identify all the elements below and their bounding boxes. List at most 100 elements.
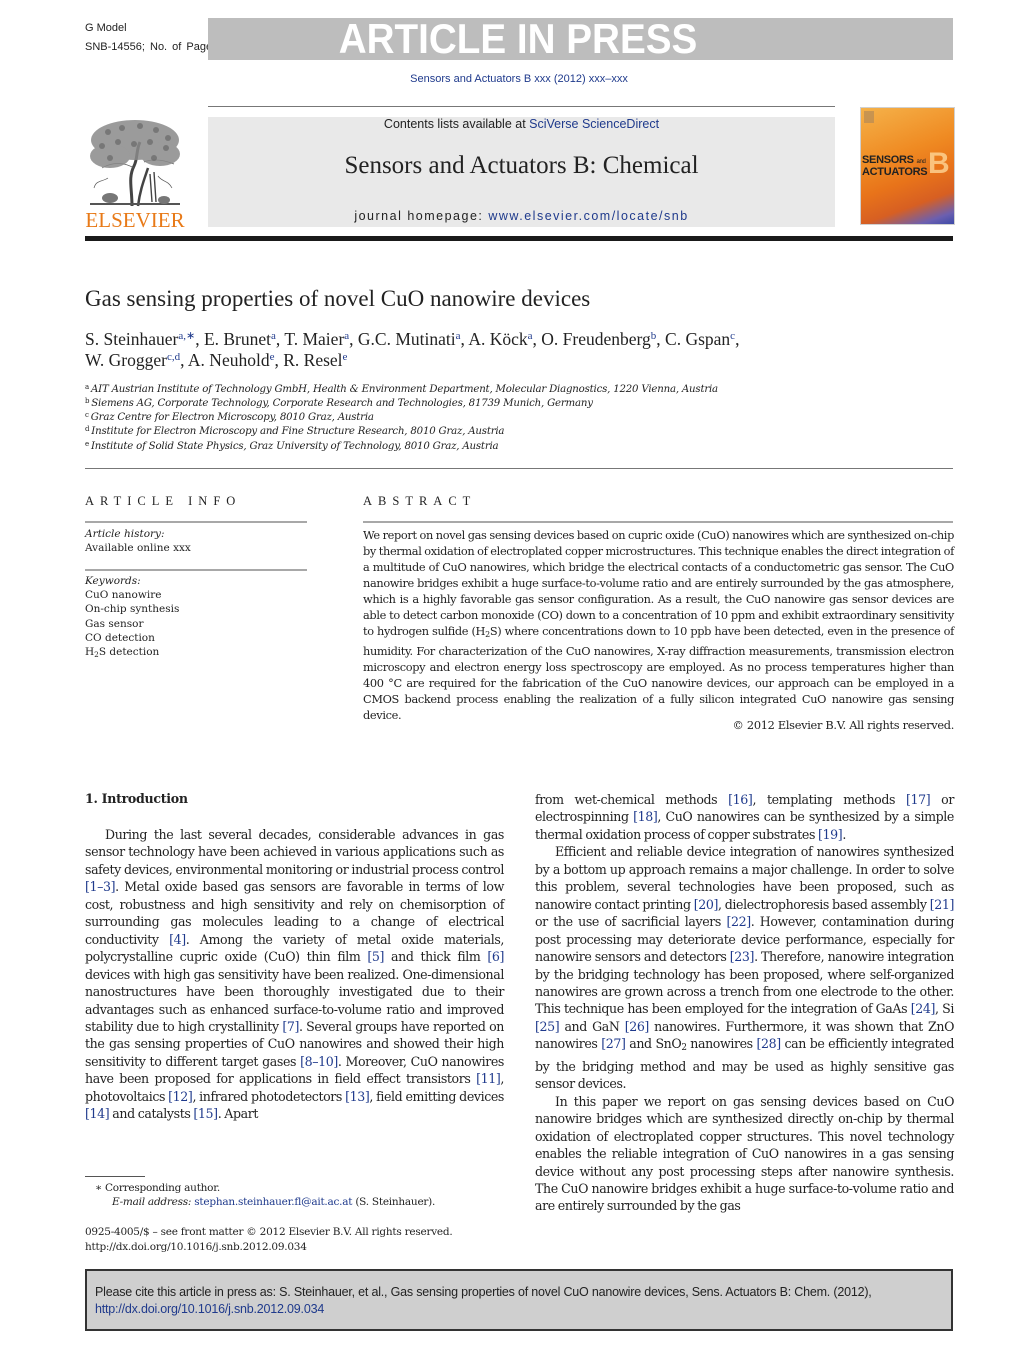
- elsevier-wordmark: ELSEVIER: [85, 208, 185, 232]
- author-affiliation-marker[interactable]: e: [270, 351, 275, 363]
- author-affiliation-marker[interactable]: a: [344, 330, 349, 342]
- cover-letter: B: [928, 147, 950, 180]
- citation-link[interactable]: [22]: [726, 914, 751, 929]
- keyword: On-chip synthesis: [85, 603, 180, 616]
- affiliation-text: Institute of Solid State Physics, Graz U…: [90, 441, 499, 452]
- article-info-heading: ARTICLE INFO: [85, 494, 242, 508]
- author-name[interactable]: C. Gspan: [665, 329, 730, 349]
- issn-line: 0925-4005/$ – see front matter © 2012 El…: [85, 1226, 453, 1238]
- abstract-heading: ABSTRACT: [363, 494, 477, 508]
- author-affiliation-marker[interactable]: a: [271, 330, 276, 342]
- cite-reference: Please cite this article in press as: S.…: [95, 1285, 872, 1299]
- affiliation-key: c: [85, 411, 89, 419]
- citation-link[interactable]: [26]: [625, 1019, 650, 1034]
- citation-link[interactable]: [8–10]: [300, 1054, 338, 1069]
- citation-link[interactable]: [23]: [730, 949, 755, 964]
- citation-link[interactable]: [7]: [282, 1019, 299, 1034]
- author-name[interactable]: R. Resel: [283, 350, 342, 370]
- author-affiliation-marker[interactable]: a: [456, 330, 461, 342]
- abstract-text-part2: S) where concentrations down to 10 ppb h…: [363, 624, 955, 722]
- author-affiliation-marker[interactable]: e: [343, 351, 348, 363]
- author-name[interactable]: O. Freudenberg: [541, 329, 651, 349]
- citation-link[interactable]: [13]: [345, 1089, 370, 1104]
- citation-link[interactable]: [27]: [601, 1036, 626, 1051]
- sciencedirect-link[interactable]: SciVerse ScienceDirect: [529, 117, 659, 131]
- cite-doi-link[interactable]: http://dx.doi.org/10.1016/j.snb.2012.09.…: [95, 1302, 324, 1316]
- masthead-bottom-rule: [85, 236, 953, 241]
- author-name[interactable]: T. Maier: [284, 329, 344, 349]
- manuscript-number: SNB-14556;: [85, 41, 145, 53]
- article-info-rule: [85, 521, 307, 523]
- masthead-top-rule: [208, 106, 835, 107]
- email-suffix: (S. Steinhauer).: [352, 1196, 436, 1208]
- email-footnote: E-mail address: stephan.steinhauer.fl@ai…: [112, 1196, 435, 1208]
- citation-link[interactable]: [6]: [487, 949, 504, 964]
- email-link[interactable]: stephan.steinhauer.fl@ait.ac.at: [194, 1196, 352, 1208]
- keyword: CuO nanowire: [85, 589, 162, 601]
- body-paragraph: During the last several decades, conside…: [85, 827, 505, 1122]
- keywords-list: CuO nanowire On-chip synthesis Gas sensor C…: [85, 588, 179, 662]
- citation-link[interactable]: [17]: [906, 792, 931, 807]
- citation-link[interactable]: [25]: [535, 1019, 560, 1034]
- elsevier-tree-icon: [90, 120, 180, 207]
- citation-link[interactable]: [18]: [633, 809, 658, 824]
- affiliation-b: b Siemens AG, Corporate Technology, Corpo…: [85, 397, 593, 409]
- affiliation-text: Graz Centre for Electron Microscopy, 801…: [90, 412, 374, 423]
- article-title: Gas sensing properties of novel CuO nano…: [85, 286, 591, 311]
- citation-link[interactable]: [4]: [169, 932, 186, 947]
- affiliation-e: e Institute of Solid State Physics, Graz …: [85, 440, 499, 452]
- abstract-copyright: © 2012 Elsevier B.V. All rights reserved…: [732, 718, 955, 732]
- author-name[interactable]: G.C. Mutinati: [358, 329, 456, 349]
- citation-link[interactable]: [24]: [911, 1001, 936, 1016]
- subscript: 2: [681, 1043, 687, 1054]
- affiliation-c: c Graz Centre for Electron Microscopy, 80…: [85, 411, 374, 423]
- affiliation-d: d Institute for Electron Microscopy and F…: [85, 425, 505, 437]
- affiliation-key: d: [85, 425, 90, 433]
- cover-title-line2: ACTUATORS: [862, 166, 928, 178]
- article-in-press-label: ARTICLE IN PRESS: [338, 15, 698, 62]
- affiliation-text: Institute for Electron Microscopy and Fi…: [91, 426, 505, 437]
- g-model-label: G Model: [85, 22, 127, 34]
- author-name[interactable]: A. Neuhold: [188, 350, 270, 370]
- body-paragraph: Efficient and reliable device integratio…: [535, 844, 955, 1092]
- citation-link[interactable]: [11]: [476, 1071, 501, 1086]
- abstract-rule: [363, 521, 953, 523]
- author-affiliation-marker[interactable]: a,∗: [178, 330, 195, 342]
- author-affiliation-marker[interactable]: b: [651, 330, 657, 342]
- citation-link[interactable]: [5]: [367, 949, 384, 964]
- author-name[interactable]: E. Brunet: [204, 329, 271, 349]
- author-affiliation-marker[interactable]: a: [528, 330, 533, 342]
- affiliation-key: e: [85, 440, 89, 448]
- citation-link[interactable]: [12]: [168, 1089, 193, 1104]
- affiliation-key: a: [85, 383, 89, 391]
- citation-link[interactable]: [21]: [930, 897, 955, 912]
- citation-link[interactable]: [28]: [756, 1036, 781, 1051]
- body-column-left: During the last several decades, conside…: [85, 826, 504, 1123]
- keyword: H2S detection: [85, 646, 160, 660]
- homepage-prefix: journal homepage:: [354, 209, 489, 223]
- footnote-rule: [85, 1176, 145, 1177]
- body-paragraph: In this paper we report on gas sensing d…: [535, 1093, 954, 1214]
- homepage-link[interactable]: www.elsevier.com/locate/snb: [488, 209, 688, 223]
- citation-link[interactable]: [14]: [85, 1106, 110, 1121]
- author-affiliation-marker[interactable]: c: [730, 330, 735, 342]
- author-name[interactable]: A. Köck: [468, 329, 527, 349]
- citation-link[interactable]: [20]: [694, 897, 719, 912]
- citation-link[interactable]: [1–3]: [85, 879, 116, 894]
- cover-and: and: [916, 159, 926, 165]
- author-name[interactable]: S. Steinhauer: [85, 329, 178, 349]
- article-history-value: Available online xxx: [85, 542, 191, 554]
- author-affiliation-marker[interactable]: c,d: [167, 351, 180, 363]
- citation-link[interactable]: [16]: [728, 792, 753, 807]
- keywords-label: Keywords:: [85, 575, 141, 587]
- author-list-line2: W. Groggerc,d, A. Neuholde, R. Resele: [85, 350, 348, 370]
- abstract-text: We report on novel gas sensing devices b…: [363, 527, 954, 723]
- journal-citation-link[interactable]: Sensors and Actuators B xxx (2012) xxx–x…: [0, 73, 1020, 85]
- citation-link[interactable]: [15]: [193, 1106, 218, 1121]
- keyword: Gas sensor: [85, 617, 144, 630]
- author-name[interactable]: W. Grogger: [85, 350, 167, 370]
- doi-link[interactable]: http://dx.doi.org/10.1016/j.snb.2012.09.…: [85, 1241, 307, 1253]
- citation-link[interactable]: [19]: [818, 827, 843, 842]
- author-list-line1: S. Steinhauera,∗, E. Bruneta, T. Maiera,…: [85, 329, 740, 349]
- affiliations-rule: [85, 468, 953, 469]
